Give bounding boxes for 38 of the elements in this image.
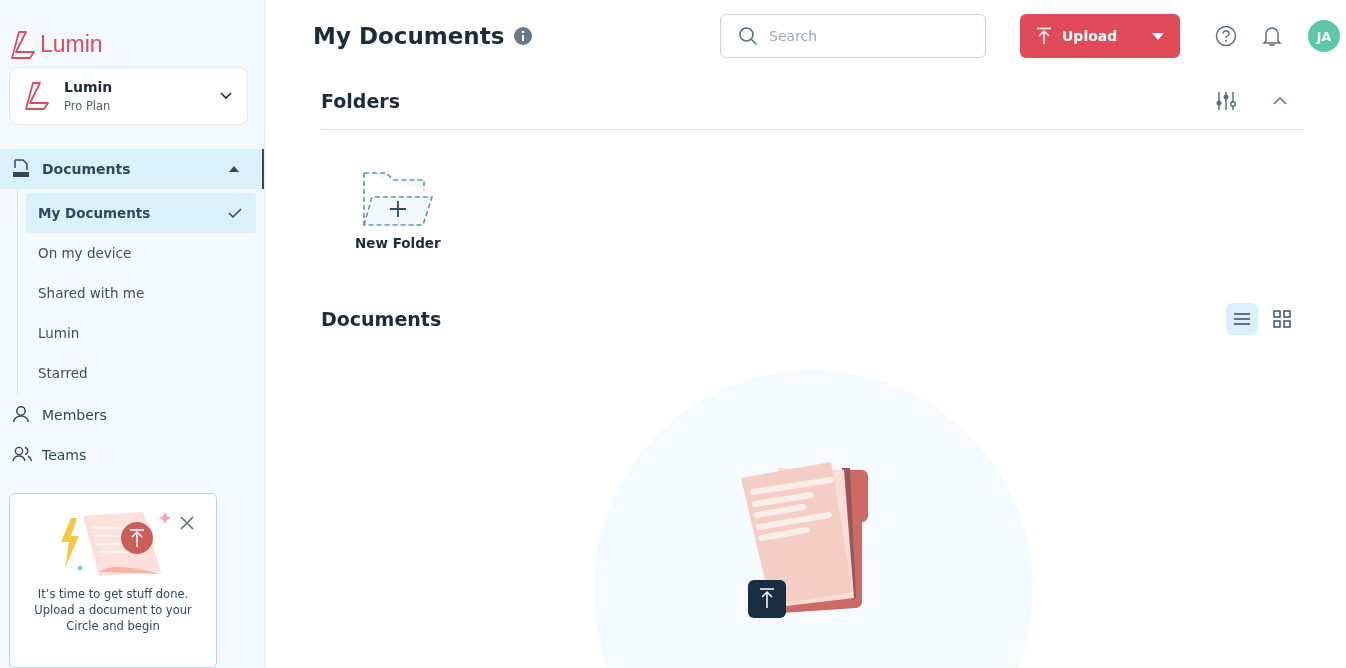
bell-icon	[1262, 25, 1282, 47]
close-icon	[180, 515, 194, 530]
section-title: Documents	[321, 308, 443, 330]
workspace-name: Lumin	[64, 78, 114, 95]
logo-icon	[10, 29, 36, 60]
close-button[interactable]	[178, 513, 196, 532]
pdf-file-icon	[12, 159, 32, 179]
sliders-icon	[1215, 89, 1237, 112]
upload-icon	[1036, 27, 1052, 45]
nav-subitem[interactable]: My Documents	[26, 192, 256, 233]
logo-icon	[24, 80, 50, 111]
nav-item[interactable]: Teams	[0, 434, 264, 475]
chevron-up-icon	[1273, 96, 1287, 105]
grid-icon	[1273, 310, 1291, 328]
help-icon	[1215, 25, 1237, 47]
search-icon	[738, 26, 758, 46]
section-title: Folders	[321, 89, 401, 112]
nav-subitem[interactable]: Starred	[26, 352, 256, 393]
workspace-switcher[interactable]: Lumin Pro Plan	[9, 67, 248, 125]
caret-down-icon	[1152, 32, 1164, 40]
info-icon	[514, 27, 533, 45]
plan-label: Pro Plan	[64, 98, 112, 113]
nav-item[interactable]: Members	[0, 394, 264, 435]
nav-subitem[interactable]: Lumin	[26, 312, 256, 353]
folder-plus-icon	[361, 171, 434, 227]
list-icon	[1233, 312, 1251, 326]
list-view-button[interactable]	[1226, 303, 1258, 335]
person-icon	[12, 405, 32, 425]
logo-text: Lumin	[40, 31, 103, 59]
page-title: My Documents	[313, 23, 505, 49]
search-field[interactable]: Search	[720, 14, 986, 58]
promo-message: It’s time to get stuff done. Upload a document to your Circle and begin	[33, 585, 193, 634]
nav-subitem[interactable]: On my device	[26, 232, 256, 273]
upload-button[interactable]: Upload	[1020, 14, 1180, 58]
new-folder-button[interactable]: New Folder	[349, 170, 447, 268]
nav-item[interactable]: Documents	[0, 148, 264, 189]
nav-subitem[interactable]: Shared with me	[26, 272, 256, 313]
check-icon	[228, 206, 242, 219]
